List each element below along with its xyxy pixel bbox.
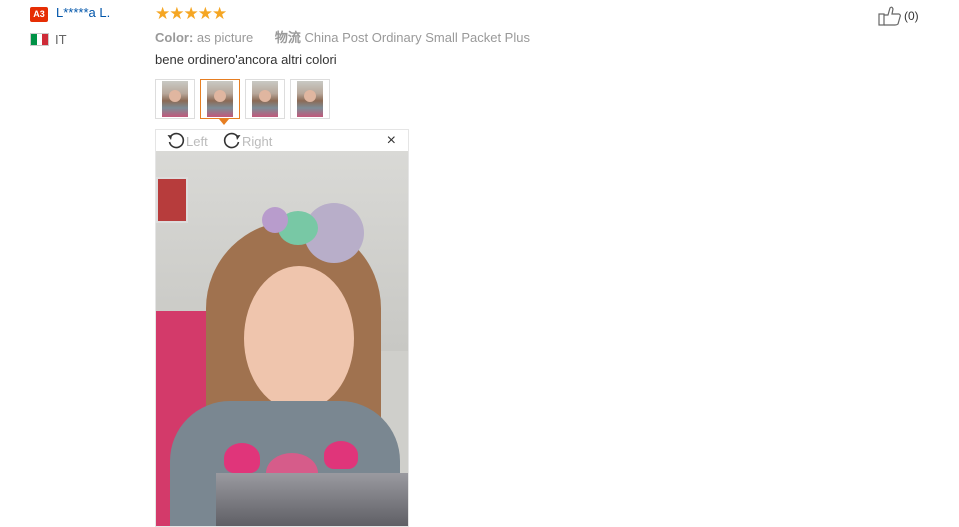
review-comment: bene ordinero'ancora altri colori: [155, 52, 337, 67]
italy-flag-icon: [30, 33, 49, 46]
shipping-label: 物流: [274, 30, 301, 45]
review-photo-large: [156, 151, 408, 526]
rotate-left-icon: [167, 132, 185, 149]
review-photo-thumbnails: [155, 79, 330, 119]
rotate-left-label: Left: [186, 133, 208, 149]
review-thumbnail-active[interactable]: [200, 79, 240, 119]
review-thumbnail[interactable]: [155, 79, 195, 119]
rotate-right-button[interactable]: Right: [222, 131, 272, 151]
thumbs-up-icon: [878, 6, 901, 26]
star-rating: ★★★★★: [155, 4, 227, 23]
rotate-right-label: Right: [242, 133, 273, 149]
reviewer-level-badge: A3: [30, 7, 48, 22]
close-icon[interactable]: ×: [387, 132, 396, 150]
helpful-count: (0): [904, 8, 919, 23]
color-value: as picture: [196, 30, 254, 45]
rotate-right-icon: [223, 132, 241, 149]
review-thumbnail[interactable]: [290, 79, 330, 119]
review-attributes: Color: as picture 物流 China Post Ordinary…: [155, 27, 530, 46]
reviewer-name[interactable]: L*****a L.: [56, 5, 110, 20]
active-thumbnail-pointer: [219, 119, 229, 125]
reviewer-country: IT: [55, 32, 67, 47]
rotate-left-button[interactable]: Left: [166, 131, 208, 151]
shipping-value: China Post Ordinary Small Packet Plus: [304, 30, 530, 45]
helpful-button[interactable]: (0): [878, 5, 919, 26]
review-thumbnail[interactable]: [245, 79, 285, 119]
viewer-toolbar: Left Right ×: [156, 130, 408, 151]
color-label: Color:: [155, 30, 194, 45]
photo-viewer: Left Right ×: [155, 129, 409, 527]
